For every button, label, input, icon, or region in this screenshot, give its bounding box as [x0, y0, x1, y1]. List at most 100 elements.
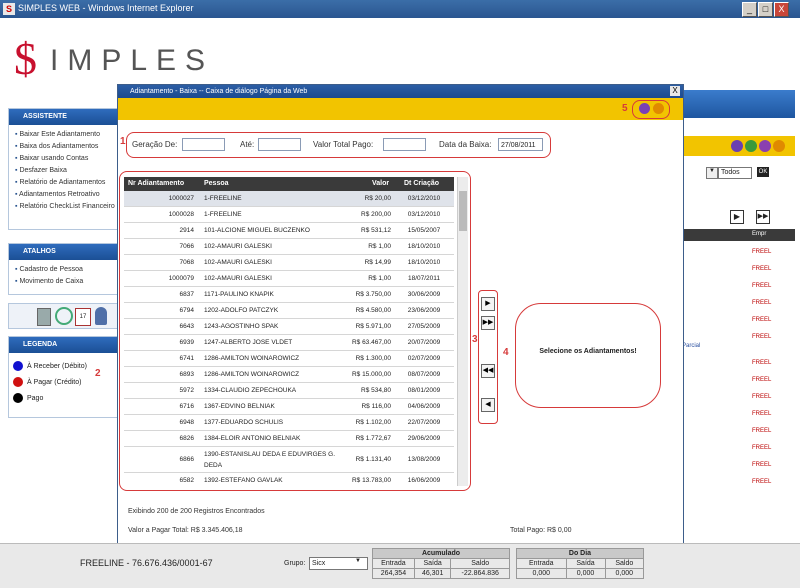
bg-parcial: Parcial	[682, 343, 701, 349]
table-row[interactable]: 6939 1247-ALBERTO JOSE VLDET R$ 63.467,00 2…	[124, 335, 454, 351]
data-baixa-input[interactable]: 27/08/2011	[498, 138, 543, 151]
bg-table-header	[682, 229, 795, 241]
table-row[interactable]: 6893 1286-AMILTON WOINAROWICZ R$ 15.000,00…	[124, 367, 454, 383]
col-dt-criacao[interactable]: Dt Criação	[404, 180, 439, 187]
last-page-button[interactable]: ▶▶	[756, 210, 770, 224]
table-row[interactable]: 6948 1377-EDUARDO SCHULIS R$ 1.102,00 22/07…	[124, 415, 454, 431]
table-row[interactable]: 1000028 1-FREELINE R$ 200,00 03/12/2010	[124, 207, 454, 223]
red-dot-icon	[13, 377, 23, 388]
menu-movimento-caixa[interactable]: Movimento de Caixa	[9, 276, 119, 288]
help-icon[interactable]	[773, 140, 785, 152]
bg-row: FREEL	[752, 249, 772, 255]
menu-adiantamentos-retroativo[interactable]: Adiantamentos Retroativo	[9, 189, 119, 201]
bg-row: FREEL	[752, 317, 772, 323]
scroll-thumb[interactable]	[459, 191, 467, 231]
purple-icon[interactable]	[731, 140, 743, 152]
selected-list-area[interactable]: Selecione os Adiantamentos!	[515, 303, 661, 408]
minimize-button[interactable]: _	[742, 2, 757, 17]
dialog-toolbar: 5	[118, 98, 683, 120]
table-row[interactable]: 6794 1202-ADOLFO PATCZYK R$ 4.580,00 23/06/…	[124, 303, 454, 319]
table-row[interactable]: 1000079 102-AMAURI GALESKI R$ 1,00 18/07/20…	[124, 271, 454, 287]
col-valor[interactable]: Valor	[372, 180, 389, 187]
table-row[interactable]: 1000027 1-FREELINE R$ 20,00 03/12/2010	[124, 191, 454, 207]
close-window-button[interactable]: X	[774, 2, 789, 17]
table-row[interactable]: 5972 1334-CLAUDIO ZEPECHOUKA R$ 534,80 08/0…	[124, 383, 454, 399]
ate-input[interactable]	[258, 138, 301, 151]
table-row[interactable]: 7066 102-AMAURI GALESKI R$ 1,00 18/10/2010	[124, 239, 454, 255]
add-icon[interactable]	[745, 140, 757, 152]
legend-receber: À Receber (Débito)	[9, 359, 119, 375]
chevron-down-icon[interactable]: ▼	[355, 558, 361, 564]
table-row[interactable]: 6741 1286-AMILTON WOINAROWICZ R$ 1.300,00 0…	[124, 351, 454, 367]
bg-row: FREEL	[752, 283, 772, 289]
user-icon[interactable]	[95, 307, 107, 325]
menu-relatorio-adiantamentos[interactable]: Relatório de Adiantamentos	[9, 177, 119, 189]
status-bar: FREELINE - 76.676.436/0001-67 Grupo: Sic…	[0, 543, 800, 588]
marker-3: 3	[472, 334, 478, 345]
table-row[interactable]: 6826 1384-ELOIR ANTONIO BELNIAK R$ 1.772,6…	[124, 431, 454, 447]
dialog-title-bar: Adiantamento - Baixa -- Caixa de diálogo…	[118, 85, 683, 98]
bg-row: FREEL	[752, 394, 772, 400]
window-title-bar: S SIMPLES WEB - Windows Internet Explore…	[0, 0, 800, 18]
table-row[interactable]: 2914 101-ALCIONE MIGUEL BUCZENKO R$ 531,12…	[124, 223, 454, 239]
records-count: Exibindo 200 de 200 Registros Encontrado…	[128, 508, 265, 515]
dodia-table: Do Dia Entrada Saída Saldo 0,000 0,000 0,000	[516, 548, 645, 579]
bg-row: FREEL	[752, 360, 772, 366]
menu-baixa-adiantamentos[interactable]: Baixa dos Adiantamentos	[9, 141, 119, 153]
dodia-title: Do Dia	[516, 548, 644, 559]
select-arrow-icon[interactable]: ▼	[706, 167, 718, 179]
marker-1: 1	[120, 136, 126, 147]
ie-app-icon: S	[3, 3, 15, 15]
bg-col-header: Empr	[752, 231, 767, 237]
adiantamentos-table: 1000027 1-FREELINE R$ 20,00 03/12/2010 1000…	[124, 191, 454, 486]
dialog-close-button[interactable]: X	[670, 86, 680, 96]
marker-4: 4	[503, 347, 509, 358]
total-pago: Total Pago: R$ 0,00	[510, 527, 572, 534]
col-nr-adiantamento[interactable]: Nr Adiantamento	[128, 180, 184, 187]
bg-row: FREEL	[752, 479, 772, 485]
bg-row: FREEL	[752, 428, 772, 434]
black-dot-icon	[13, 393, 23, 404]
bg-row: FREEL	[752, 445, 772, 451]
valor-total-input[interactable]	[383, 138, 426, 151]
legend-pagar: À Pagar (Crédito)	[9, 375, 119, 391]
window-title: SIMPLES WEB - Windows Internet Explorer	[18, 3, 194, 13]
highlight-box-5	[632, 100, 670, 119]
calculator-icon[interactable]	[37, 308, 51, 326]
remove-selected-button[interactable]: ◀	[481, 398, 495, 412]
menu-relatorio-checklist[interactable]: Relatório CheckList Financeiro	[9, 201, 119, 213]
col-pessoa[interactable]: Pessoa	[204, 180, 229, 187]
search-icon[interactable]	[55, 307, 73, 325]
acumulado-table: Acumulado Entrada Saída Saldo 264,354 46,30…	[372, 548, 510, 579]
remove-all-button[interactable]: ◀◀	[481, 364, 495, 378]
table-row[interactable]: 6866 1390-ESTANISLAU DEDA E EDUVIRGES G. …	[124, 447, 454, 473]
table-row[interactable]: 7068 102-AMAURI GALESKI R$ 14,99 18/10/2010	[124, 255, 454, 271]
purple-action-icon[interactable]	[639, 103, 650, 114]
add-selected-button[interactable]: ▶	[481, 297, 495, 311]
assistente-panel: ASSISTENTE Baixar Este Adiantamento Baix…	[8, 108, 120, 230]
calendar-icon[interactable]: 17	[75, 308, 91, 326]
table-row[interactable]: 6716 1367-EDVINO BELNIAK R$ 116,00 04/06/20…	[124, 399, 454, 415]
valor-total: Valor a Pagar Total: R$ 3.345.406,18	[128, 527, 243, 534]
menu-baixar-este[interactable]: Baixar Este Adiantamento	[9, 129, 119, 141]
info-icon[interactable]	[759, 140, 771, 152]
maximize-button[interactable]: □	[758, 2, 773, 17]
menu-desfazer-baixa[interactable]: Desfazer Baixa	[9, 165, 119, 177]
filter-select[interactable]: Todos	[718, 167, 752, 179]
header-blue-bar	[675, 90, 795, 118]
bg-row: FREEL	[752, 334, 772, 340]
geracao-de-input[interactable]	[182, 138, 225, 151]
filter-ok-button[interactable]: OK	[757, 167, 769, 177]
table-row[interactable]: 6837 1171-PAULINO KNAPIK R$ 3.750,00 30/06/…	[124, 287, 454, 303]
table-header: Nr Adiantamento Pessoa Valor Dt Criação	[124, 177, 454, 191]
help-icon[interactable]	[653, 103, 664, 114]
table-scrollbar[interactable]	[457, 177, 468, 486]
selected-placeholder: Selecione os Adiantamentos!	[539, 348, 637, 355]
menu-cadastro-pessoa[interactable]: Cadastro de Pessoa	[9, 264, 119, 276]
add-all-button[interactable]: ▶▶	[481, 316, 495, 330]
table-row[interactable]: 6643 1243-AGOSTINHO SPAK R$ 5.971,00 27/05/…	[124, 319, 454, 335]
table-row[interactable]: 6582 1392-ESTEFANO GAVLAK R$ 13.783,00 16/0…	[124, 473, 454, 486]
grupo-label: Grupo:	[284, 560, 306, 567]
menu-baixar-contas[interactable]: Baixar usando Contas	[9, 153, 119, 165]
next-page-button[interactable]: ▶	[730, 210, 744, 224]
